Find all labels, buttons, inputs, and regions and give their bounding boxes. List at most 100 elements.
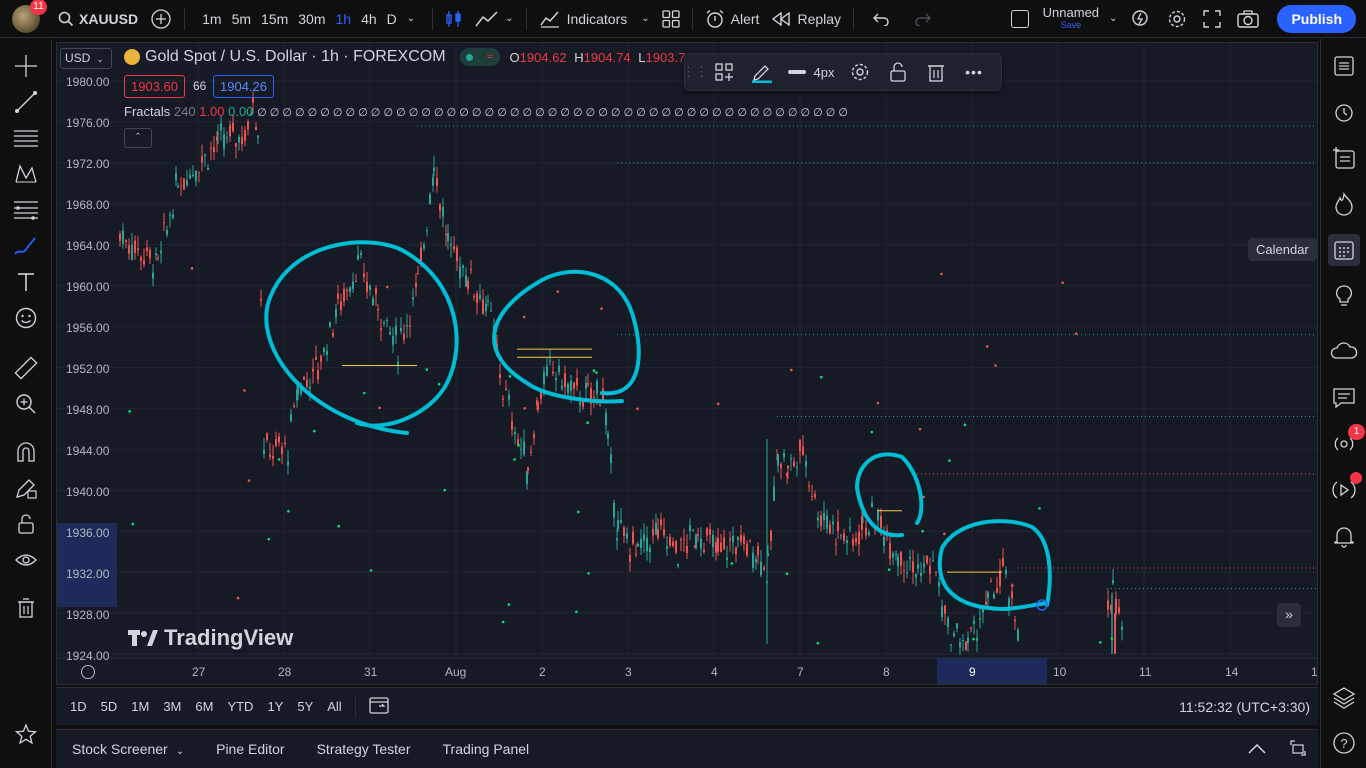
layout-save[interactable]: Save (1061, 19, 1082, 31)
lock-drawing-button[interactable] (879, 53, 917, 91)
range-3m[interactable]: 3M (156, 699, 188, 714)
ideas-button[interactable] (1328, 280, 1360, 312)
compare-button[interactable] (144, 0, 178, 38)
candle-body (337, 293, 339, 299)
candle-body (1005, 569, 1007, 575)
fib-tool[interactable] (10, 194, 42, 226)
interval-30m[interactable]: 30m (293, 11, 330, 27)
drawing-settings-button[interactable] (841, 53, 879, 91)
live-streams-button[interactable] (1328, 472, 1362, 506)
publish-button[interactable]: Publish (1277, 4, 1356, 33)
tab-pine-editor[interactable]: Pine Editor (200, 741, 300, 757)
template-button[interactable] (705, 53, 743, 91)
line-color-button[interactable] (743, 53, 781, 91)
help-button[interactable]: ? (1328, 727, 1360, 759)
range-all[interactable]: All (320, 699, 348, 714)
range-1y[interactable]: 1Y (260, 699, 290, 714)
timezone-icon[interactable] (81, 665, 95, 679)
price-chart[interactable] (57, 43, 1318, 685)
tab-stock-screener[interactable]: Stock Screener ⌄ (56, 741, 200, 757)
maximize-panel-button[interactable] (1278, 739, 1318, 759)
chart-pane[interactable]: 1980.00 1976.00 1972.00 1968.00 1964.00 … (56, 42, 1318, 685)
pattern-tool[interactable] (10, 158, 42, 190)
drag-handle[interactable]: ⋮⋮ (682, 53, 708, 91)
tab-strategy-tester[interactable]: Strategy Tester (301, 741, 427, 757)
interval-1h[interactable]: 1h (331, 11, 357, 27)
range-6m[interactable]: 6M (188, 699, 220, 714)
candle-body (858, 531, 860, 545)
interval-d[interactable]: D (382, 11, 402, 27)
magnet-tool[interactable] (10, 436, 42, 468)
emoji-tool[interactable] (10, 302, 42, 334)
go-to-date-button[interactable] (362, 696, 398, 717)
candle-body (290, 414, 292, 422)
layouts-button[interactable] (656, 0, 686, 38)
horizontal-lines-tool[interactable] (10, 122, 42, 154)
quick-search-button[interactable] (1123, 0, 1159, 38)
object-tree-button[interactable] (1328, 142, 1360, 174)
indicator-name[interactable]: Fractals (124, 104, 170, 119)
broadcast-button[interactable]: 1 (1328, 424, 1365, 460)
buy-price-button[interactable]: 1904.26 (213, 75, 274, 98)
range-1d[interactable]: 1D (63, 699, 94, 714)
streams-button[interactable] (1328, 336, 1360, 368)
clock[interactable]: 11:52:32 (UTC+3:30) (1179, 699, 1318, 715)
settings-button[interactable] (1159, 0, 1195, 38)
snapshot-button[interactable] (1229, 0, 1267, 38)
currency-select[interactable]: USD ⌄ (60, 48, 112, 69)
interval-4h[interactable]: 4h (356, 11, 382, 27)
candle-body (655, 523, 657, 535)
calendar-button[interactable] (1328, 234, 1360, 266)
hotlists-button[interactable] (1328, 188, 1360, 220)
range-5y[interactable]: 5Y (290, 699, 320, 714)
ruler-tool[interactable] (10, 352, 42, 384)
text-tool[interactable] (10, 266, 42, 298)
line-width-button[interactable]: 4px (781, 53, 841, 91)
fullscreen-button[interactable] (1195, 0, 1229, 38)
line-chart-button[interactable]: ⌄ (469, 0, 519, 38)
symbol-title[interactable]: Gold Spot / U.S. Dollar · 1h · FOREXCOM (145, 48, 446, 66)
range-1m[interactable]: 1M (124, 699, 156, 714)
notifications-button[interactable] (1328, 520, 1360, 552)
fractal-marker (513, 458, 516, 461)
candle-body (257, 135, 259, 138)
interval-1m[interactable]: 1m (197, 11, 226, 27)
range-5d[interactable]: 5D (94, 699, 125, 714)
crosshair-tool[interactable] (10, 50, 42, 82)
avatar[interactable]: 11 (12, 0, 47, 33)
chart-type-button[interactable] (439, 0, 469, 38)
alert-button[interactable]: Alert (699, 0, 766, 38)
sell-price-button[interactable]: 1903.60 (124, 75, 185, 98)
interval-15m[interactable]: 15m (256, 11, 293, 27)
tab-trading-panel[interactable]: Trading Panel (427, 741, 546, 757)
zoom-tool[interactable] (10, 388, 42, 420)
symbol-search[interactable]: XAUUSD (52, 0, 144, 38)
brush-tool[interactable] (10, 230, 42, 262)
hide-drawings-tool[interactable] (10, 544, 42, 576)
collapse-legend-button[interactable]: ˆ (124, 128, 152, 148)
layout-select[interactable]: Unnamed Save ⌄ (1005, 0, 1124, 38)
lock-drawings-tool[interactable] (10, 508, 42, 540)
more-button[interactable]: ••• (955, 53, 993, 91)
chevron-down-icon[interactable]: ⌄ (402, 13, 420, 24)
collapse-panel-button[interactable] (1236, 741, 1278, 757)
alerts-button[interactable] (1328, 96, 1360, 128)
interval-5m[interactable]: 5m (227, 11, 256, 27)
watchlist-button[interactable] (1328, 50, 1360, 82)
trend-line-tool[interactable] (10, 86, 42, 118)
undo-button[interactable] (860, 0, 902, 38)
range-ytd[interactable]: YTD (220, 699, 260, 714)
replay-button[interactable]: Replay (765, 0, 847, 38)
scroll-right-button[interactable]: » (1277, 603, 1301, 627)
layers-button[interactable] (1328, 682, 1360, 714)
delete-drawing-button[interactable] (917, 53, 955, 91)
stay-in-drawing-tool[interactable] (10, 472, 42, 504)
candle-body (912, 561, 914, 573)
chats-button[interactable] (1328, 382, 1360, 414)
favorites-tool[interactable] (10, 718, 42, 750)
indicators-button[interactable]: Indicators ⌄ (533, 0, 656, 38)
redo-button[interactable] (902, 0, 944, 38)
hand-drawn-circle (854, 452, 924, 538)
candle-body (929, 565, 931, 575)
remove-drawings-tool[interactable] (10, 592, 42, 624)
